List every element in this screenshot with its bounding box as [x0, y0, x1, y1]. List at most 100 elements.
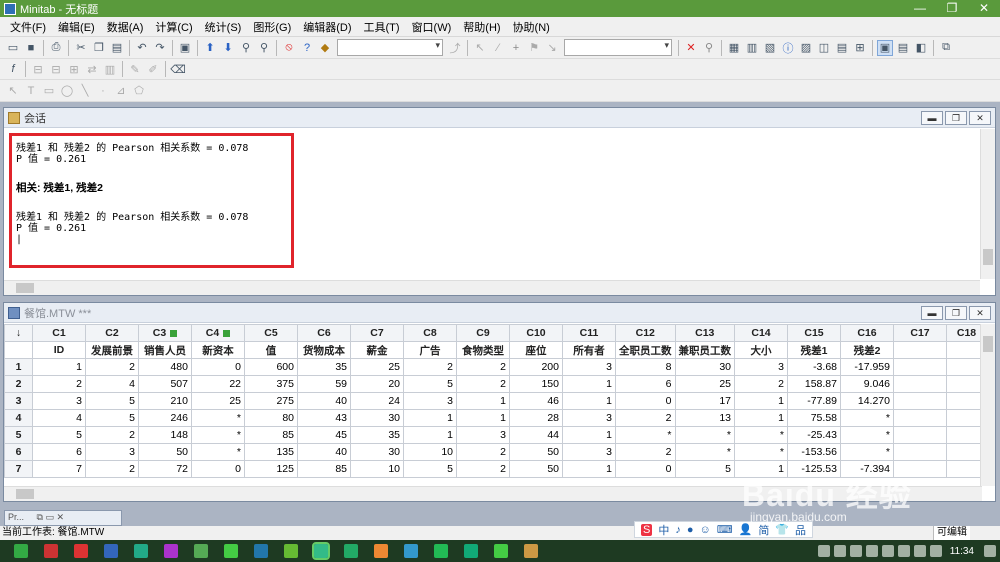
- row-number[interactable]: 7: [4, 460, 33, 478]
- data-cell[interactable]: 10: [403, 443, 457, 461]
- row-number[interactable]: 1: [4, 358, 33, 376]
- taskbar-app-icon[interactable]: [254, 544, 268, 558]
- data-cell[interactable]: 45: [297, 426, 351, 444]
- data-cell[interactable]: -3.68: [787, 358, 841, 376]
- copy-icon[interactable]: ❐: [91, 40, 107, 56]
- data-cell[interactable]: 2: [734, 375, 788, 393]
- data-cell[interactable]: 40: [297, 443, 351, 461]
- data-cell[interactable]: 5: [32, 426, 86, 444]
- data-cell[interactable]: 200: [509, 358, 563, 376]
- data-cell[interactable]: 158.87: [787, 375, 841, 393]
- crosshair-icon[interactable]: +: [508, 40, 524, 56]
- flag-icon[interactable]: ⚑: [526, 40, 542, 56]
- worksheet-grid[interactable]: ↓ C1 C2 C3 C4 C5 C6 C7 C8 C9 C10 C11 C12 C13 C14 C15 C16…: [4, 324, 987, 478]
- function-icon[interactable]: f: [5, 61, 21, 77]
- row-number[interactable]: 3: [4, 392, 33, 410]
- data-cell[interactable]: 25: [674, 375, 735, 393]
- data-cell[interactable]: 5: [85, 392, 139, 410]
- taskbar-app-icon[interactable]: [344, 544, 358, 558]
- data-cell[interactable]: 30: [674, 358, 735, 376]
- help-icon[interactable]: ?: [299, 40, 315, 56]
- data-cell[interactable]: *: [191, 426, 245, 444]
- menu-tools[interactable]: 工具(T): [358, 19, 406, 35]
- related-icon[interactable]: ⊞: [852, 40, 868, 56]
- data-cell[interactable]: 30: [350, 409, 404, 427]
- column-name-cell[interactable]: [893, 341, 947, 359]
- data-cell[interactable]: 3: [403, 392, 457, 410]
- data-cell[interactable]: 0: [191, 358, 245, 376]
- data-cell[interactable]: 0: [615, 460, 676, 478]
- data-cell[interactable]: 9.046: [840, 375, 894, 393]
- menu-edit[interactable]: 编辑(E): [52, 19, 101, 35]
- ie-icon[interactable]: [404, 544, 418, 558]
- data-cell[interactable]: 275: [244, 392, 298, 410]
- arrow-down-icon[interactable]: ⬇: [220, 40, 236, 56]
- delete-icon[interactable]: ✕: [683, 40, 699, 56]
- taskbar-app-icon[interactable]: [104, 544, 118, 558]
- data-cell[interactable]: 600: [244, 358, 298, 376]
- show-session-icon[interactable]: ▣: [877, 39, 893, 56]
- data-cell[interactable]: *: [840, 426, 894, 444]
- history-icon[interactable]: ▧: [762, 40, 778, 56]
- column-name-cell[interactable]: 残差2: [840, 341, 894, 359]
- close-button[interactable]: ✕: [968, 0, 1000, 17]
- column-name-cell[interactable]: 广告: [403, 341, 457, 359]
- data-cell[interactable]: -77.89: [787, 392, 841, 410]
- worksheet-vertical-scrollbar[interactable]: [980, 324, 995, 486]
- data-cell[interactable]: 1: [456, 409, 510, 427]
- graph-combo[interactable]: [564, 39, 672, 56]
- worksheet-restore-button[interactable]: ❐: [945, 306, 967, 320]
- data-cell[interactable]: 210: [138, 392, 192, 410]
- data-cell[interactable]: 1: [403, 426, 457, 444]
- notification-icon[interactable]: [984, 545, 996, 557]
- ellipse-tool-icon[interactable]: ◯: [59, 83, 75, 99]
- data-cell[interactable]: 14.270: [840, 392, 894, 410]
- find-icon[interactable]: ⚲: [238, 40, 254, 56]
- data-cell[interactable]: 50: [138, 443, 192, 461]
- pen-icon[interactable]: ⁄: [490, 40, 506, 56]
- menu-window[interactable]: 窗口(W): [406, 19, 458, 35]
- insert-cells-icon[interactable]: ⊟: [30, 61, 46, 77]
- marker-tool-icon[interactable]: ·: [95, 83, 111, 99]
- column-name-cell[interactable]: 薪金: [350, 341, 404, 359]
- column-id-c6[interactable]: C6: [297, 324, 351, 342]
- data-cell[interactable]: 0: [191, 460, 245, 478]
- data-cell[interactable]: 1: [562, 392, 616, 410]
- data-cell[interactable]: 7: [32, 460, 86, 478]
- data-cell[interactable]: 75.58: [787, 409, 841, 427]
- wifi-icon[interactable]: [817, 545, 830, 557]
- data-cell[interactable]: 4: [85, 375, 139, 393]
- data-cell[interactable]: 50: [509, 460, 563, 478]
- column-name-cell[interactable]: 所有者: [562, 341, 616, 359]
- column-id-c1[interactable]: C1: [32, 324, 86, 342]
- row-number[interactable]: 2: [4, 375, 33, 393]
- column-name-cell[interactable]: 货物成本: [297, 341, 351, 359]
- show-worksheet-icon[interactable]: ▤: [895, 40, 911, 56]
- data-cell[interactable]: 1: [562, 426, 616, 444]
- menu-assist[interactable]: 协助(N): [507, 19, 556, 35]
- data-cell[interactable]: *: [191, 409, 245, 427]
- session-scroll-thumb[interactable]: [983, 249, 993, 265]
- sogou-ime-icon[interactable]: S: [641, 523, 653, 536]
- data-cell[interactable]: 2: [456, 375, 510, 393]
- brush-combo[interactable]: [337, 39, 443, 56]
- arrow-up-icon[interactable]: ⬆: [202, 40, 218, 56]
- data-cell[interactable]: 1: [403, 409, 457, 427]
- session-vertical-scrollbar[interactable]: [980, 129, 995, 279]
- data-cell[interactable]: 17: [674, 392, 735, 410]
- data-cell[interactable]: 40: [297, 392, 351, 410]
- data-cell[interactable]: 85: [297, 460, 351, 478]
- worksheet-minimize-button[interactable]: ▬: [921, 306, 943, 320]
- tray-icon[interactable]: [833, 545, 846, 557]
- menu-stat[interactable]: 统计(S): [199, 19, 248, 35]
- data-cell[interactable]: 80: [244, 409, 298, 427]
- data-cell[interactable]: [893, 392, 947, 410]
- data-cell[interactable]: 148: [138, 426, 192, 444]
- menu-graph[interactable]: 图形(G): [247, 19, 297, 35]
- data-cell[interactable]: [893, 409, 947, 427]
- data-cell[interactable]: 3: [456, 426, 510, 444]
- onenote-icon[interactable]: [164, 544, 178, 558]
- clock[interactable]: 11:34: [950, 546, 974, 557]
- data-cell[interactable]: 2: [403, 358, 457, 376]
- data-cell[interactable]: 2: [456, 358, 510, 376]
